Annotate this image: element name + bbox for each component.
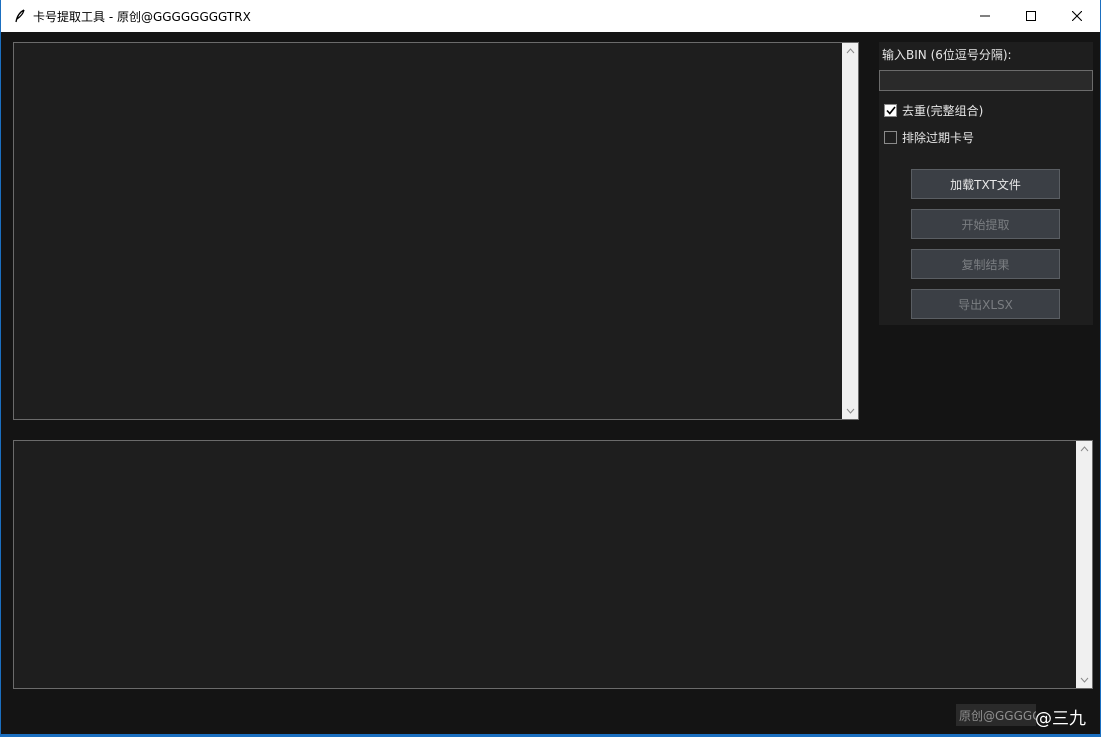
exclude-expired-label: 排除过期卡号 [902,130,975,145]
copy-result-button[interactable]: 复制结果 [911,249,1060,279]
output-scrollbar[interactable] [1076,441,1092,688]
export-xlsx-button[interactable]: 导出XLSX [911,289,1060,319]
input-text [14,43,858,51]
close-button[interactable] [1054,0,1100,32]
title-bar[interactable]: 卡号提取工具 - 原创@GGGGGGGGTRX [1,0,1100,32]
checkmark-icon [885,106,896,115]
output-textarea[interactable] [13,440,1093,689]
app-window: 卡号提取工具 - 原创@GGGGGGGGTRX 输入BIN (6位逗号分隔): … [0,0,1101,737]
input-scrollbar[interactable] [842,43,858,419]
dedupe-label: 去重(完整组合) [902,103,984,118]
control-panel: 输入BIN (6位逗号分隔): 去重(完整组合) 排除过期卡号 加载TXT文件 … [879,42,1093,325]
watermark-text: @三九 [1035,709,1086,729]
scroll-up-icon[interactable] [1076,441,1092,457]
dedupe-checkbox-row[interactable]: 去重(完整组合) [884,102,983,118]
exclude-expired-checkbox-row[interactable]: 排除过期卡号 [884,129,974,145]
window-title: 卡号提取工具 - 原创@GGGGGGGGTRX [33,9,251,24]
bin-input[interactable] [879,70,1093,91]
output-text [14,441,1092,449]
bin-label: 输入BIN (6位逗号分隔): [882,48,1012,62]
maximize-button[interactable] [1008,0,1054,32]
minimize-button[interactable] [962,0,1008,32]
input-textarea[interactable] [13,42,859,420]
credit-label: 原创@GGGGGGGGTRX [956,704,1036,726]
maximize-icon [1026,11,1036,21]
scroll-down-icon[interactable] [842,403,858,419]
dedupe-checkbox[interactable] [884,103,897,117]
window-controls [962,0,1100,32]
close-icon [1072,11,1082,21]
feather-icon [13,9,27,23]
minimize-icon [980,15,990,17]
scroll-down-icon[interactable] [1076,672,1092,688]
exclude-expired-checkbox[interactable] [884,130,897,144]
start-extract-button[interactable]: 开始提取 [911,209,1060,239]
scroll-up-icon[interactable] [842,43,858,59]
load-txt-button[interactable]: 加载TXT文件 [911,169,1060,199]
